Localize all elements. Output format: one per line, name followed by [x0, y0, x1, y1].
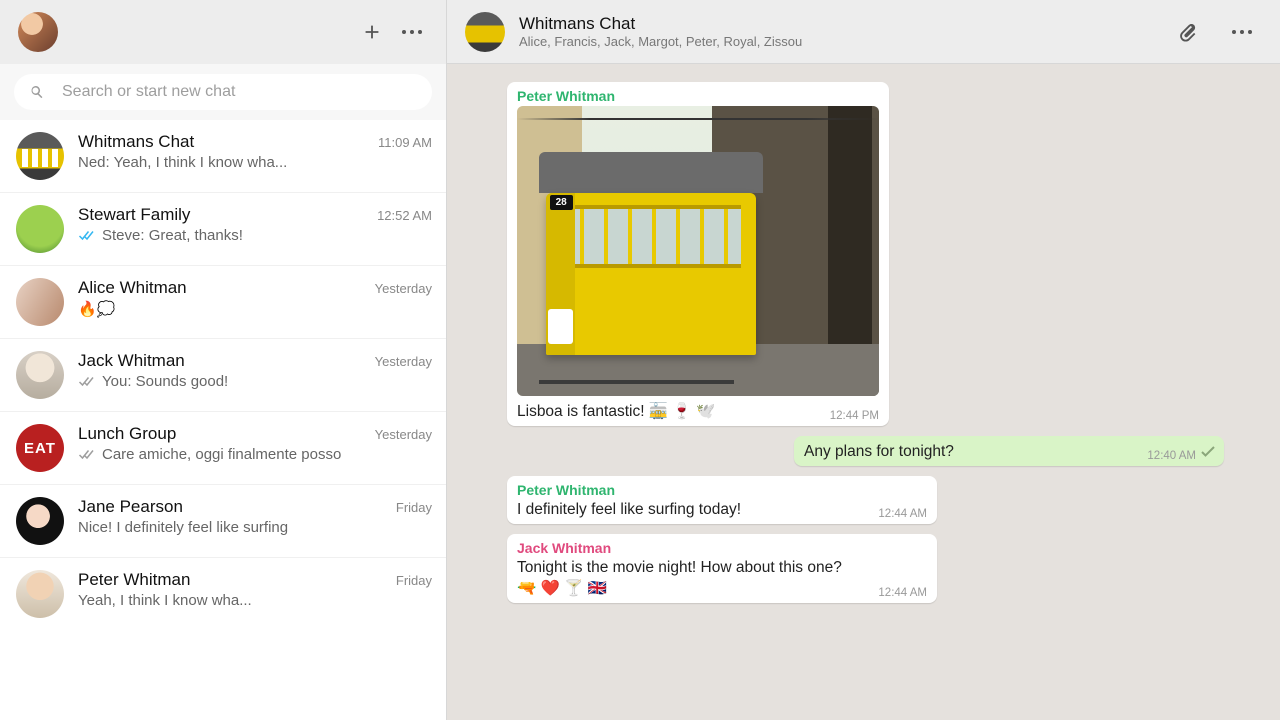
message-text: I definitely feel like surfing today! [517, 500, 927, 520]
chat-item-preview: You: Sounds good! [78, 373, 432, 390]
sent-tick-icon [1200, 445, 1216, 463]
message-sender: Peter Whitman [517, 88, 879, 104]
chat-item-avatar [16, 570, 64, 618]
sidebar-header [0, 0, 446, 64]
chat-item-time: Friday [396, 500, 432, 515]
chat-item-time: Yesterday [375, 354, 432, 369]
message-text: Tonight is the movie night! How about th… [517, 558, 927, 598]
chat-item-time: 12:52 AM [377, 208, 432, 223]
plus-icon [361, 21, 383, 43]
sidebar-menu-button[interactable] [392, 12, 432, 52]
chat-item-avatar [16, 278, 64, 326]
chat-item-name: Jack Whitman [78, 351, 367, 371]
conversation-avatar[interactable] [465, 12, 505, 52]
chat-item-avatar [16, 132, 64, 180]
chat-item-avatar [16, 497, 64, 545]
conversation-title: Whitmans Chat [519, 14, 1154, 34]
chat-item-preview: 🔥💭 [78, 300, 432, 318]
chat-item[interactable]: Jack Whitman Yesterday You: Sounds good! [0, 338, 446, 411]
chat-item-name: Jane Pearson [78, 497, 388, 517]
conversation-body[interactable]: Peter Whitman 28 Lisboa is fantastic! 🚋 … [447, 64, 1280, 720]
chat-item[interactable]: Stewart Family 12:52 AM Steve: Great, th… [0, 192, 446, 265]
attach-button[interactable] [1168, 12, 1208, 52]
message-time: 12:44 AM [878, 508, 927, 520]
message-incoming[interactable]: Jack Whitman Tonight is the movie night! … [507, 534, 937, 602]
conversation-header: Whitmans Chat Alice, Francis, Jack, Marg… [447, 0, 1280, 64]
message-time: 12:44 PM [830, 410, 879, 422]
search-box[interactable] [14, 74, 432, 110]
chat-list[interactable]: Whitmans Chat 11:09 AM Ned: Yeah, I thin… [0, 120, 446, 720]
read-ticks-icon [78, 375, 96, 389]
chat-item-preview: Ned: Yeah, I think I know wha... [78, 154, 432, 171]
message-time: 12:44 AM [878, 587, 927, 599]
new-chat-button[interactable] [352, 12, 392, 52]
chat-item-time: Yesterday [375, 427, 432, 442]
dots-icon [400, 30, 424, 34]
read-ticks-icon [78, 229, 96, 243]
chat-item-preview: Nice! I definitely feel like surfing [78, 519, 432, 536]
read-ticks-icon [78, 448, 96, 462]
chat-item-time: 11:09 AM [378, 135, 432, 150]
conversation-menu-button[interactable] [1222, 12, 1262, 52]
sidebar: Whitmans Chat 11:09 AM Ned: Yeah, I thin… [0, 0, 447, 720]
paperclip-icon [1177, 21, 1199, 43]
message-sender: Peter Whitman [517, 482, 927, 498]
message-incoming[interactable]: Peter Whitman 28 Lisboa is fantastic! 🚋 … [507, 82, 889, 426]
message-time: 12:40 AM [1147, 450, 1196, 462]
conversation-titles[interactable]: Whitmans Chat Alice, Francis, Jack, Marg… [519, 14, 1154, 49]
search-icon [28, 83, 46, 101]
chat-item-preview: Steve: Great, thanks! [78, 227, 432, 244]
chat-item-time: Yesterday [375, 281, 432, 296]
chat-item-avatar [16, 351, 64, 399]
chat-item[interactable]: Peter Whitman Friday Yeah, I think I kno… [0, 557, 446, 630]
chat-item[interactable]: Jane Pearson Friday Nice! I definitely f… [0, 484, 446, 557]
chat-item-time: Friday [396, 573, 432, 588]
chat-item-name: Alice Whitman [78, 278, 367, 298]
message-text: Lisboa is fantastic! 🚋 🍷 🕊️ [517, 402, 879, 422]
chat-item[interactable]: Alice Whitman Yesterday 🔥💭 [0, 265, 446, 338]
chat-item-avatar: EAT [16, 424, 64, 472]
dots-icon [1230, 30, 1254, 34]
conversation-subtitle: Alice, Francis, Jack, Margot, Peter, Roy… [519, 34, 1154, 49]
message-incoming[interactable]: Peter Whitman I definitely feel like surf… [507, 476, 937, 524]
chat-item-name: Lunch Group [78, 424, 367, 444]
chat-item-avatar [16, 205, 64, 253]
message-image[interactable]: 28 [517, 106, 879, 396]
chat-item[interactable]: EAT Lunch Group Yesterday Care amiche, o… [0, 411, 446, 484]
chat-item[interactable]: Whitmans Chat 11:09 AM Ned: Yeah, I thin… [0, 120, 446, 192]
chat-item-name: Stewart Family [78, 205, 369, 225]
message-outgoing[interactable]: Any plans for tonight?12:40 AM [794, 436, 1224, 466]
my-avatar[interactable] [18, 12, 58, 52]
chat-item-name: Peter Whitman [78, 570, 388, 590]
sidebar-search [0, 64, 446, 120]
search-input[interactable] [62, 83, 418, 101]
conversation-pane: Whitmans Chat Alice, Francis, Jack, Marg… [447, 0, 1280, 720]
message-sender: Jack Whitman [517, 540, 927, 556]
chat-item-name: Whitmans Chat [78, 132, 370, 152]
chat-item-preview: Yeah, I think I know wha... [78, 592, 432, 609]
chat-item-preview: Care amiche, oggi finalmente posso [78, 446, 432, 463]
